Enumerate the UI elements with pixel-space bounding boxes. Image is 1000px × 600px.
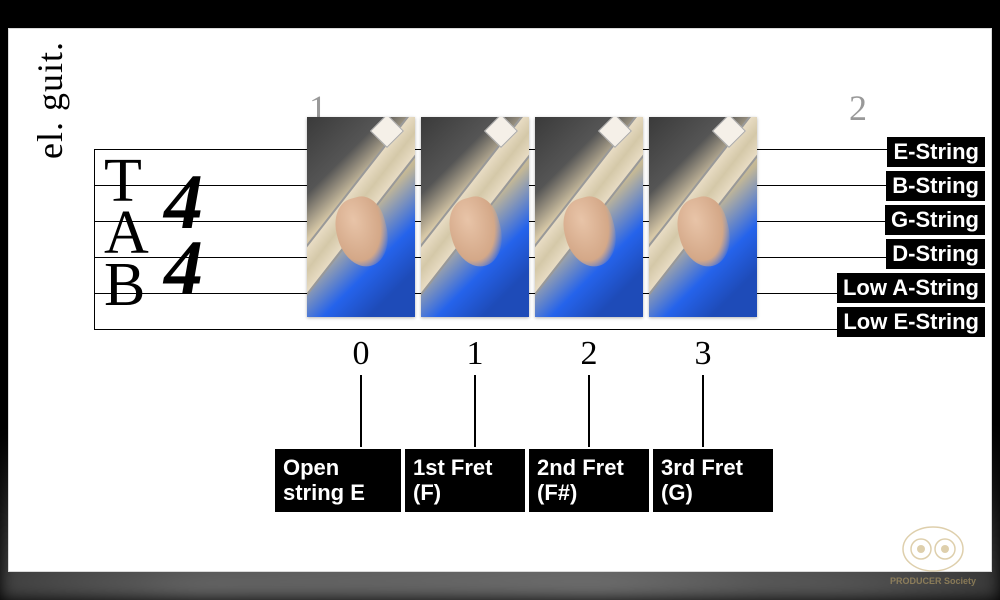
string-label-low-a: Low A-String bbox=[837, 273, 985, 303]
photo-fret-2 bbox=[535, 117, 643, 317]
fret-number: 2 bbox=[535, 335, 643, 373]
watermark-logo: PRODUCER Society bbox=[878, 524, 988, 594]
fret-labels-row: Open string E 1st Fret (F) 2nd Fret (F#)… bbox=[275, 449, 773, 512]
tab-clef: T A B bbox=[104, 155, 149, 311]
string-label-d: D-String bbox=[886, 239, 985, 269]
string-label-b: B-String bbox=[886, 171, 985, 201]
speaker-icon bbox=[878, 524, 988, 574]
fret-label-2: 2nd Fret (F#) bbox=[529, 449, 649, 512]
fret-number: 1 bbox=[421, 335, 529, 373]
bar-number-2: 2 bbox=[849, 87, 867, 129]
time-signature: 4 4 bbox=[164, 169, 197, 301]
tab-letter-b: B bbox=[104, 259, 149, 311]
string-label-g: G-String bbox=[885, 205, 985, 235]
logo-text: PRODUCER Society bbox=[878, 576, 988, 586]
fret-number: 3 bbox=[649, 335, 757, 373]
fret-label-3: 3rd Fret (G) bbox=[653, 449, 773, 512]
fret-numbers-row: 0 1 2 3 bbox=[307, 335, 757, 373]
leader-lines-row bbox=[307, 375, 757, 447]
barline-start bbox=[94, 149, 95, 329]
leader-line bbox=[649, 375, 757, 447]
photo-open-string bbox=[307, 117, 415, 317]
string-label-low-e: Low E-String bbox=[837, 307, 985, 337]
string-labels-column: E-String B-String G-String D-String Low … bbox=[837, 137, 985, 337]
leader-line bbox=[307, 375, 415, 447]
instrument-label: el. guit. bbox=[29, 41, 71, 159]
fret-photos-row bbox=[307, 117, 757, 317]
tab-diagram-card: el. guit. 1 2 T A B 4 4 0 1 2 3 bbox=[8, 28, 992, 572]
time-sig-bottom: 4 bbox=[164, 235, 197, 301]
leader-line bbox=[535, 375, 643, 447]
photo-fret-1 bbox=[421, 117, 529, 317]
staff-line-6 bbox=[94, 329, 964, 330]
fret-label-1: 1st Fret (F) bbox=[405, 449, 525, 512]
fret-label-open: Open string E bbox=[275, 449, 401, 512]
fret-number: 0 bbox=[307, 335, 415, 373]
leader-line bbox=[421, 375, 529, 447]
string-label-high-e: E-String bbox=[887, 137, 985, 167]
photo-fret-3 bbox=[649, 117, 757, 317]
